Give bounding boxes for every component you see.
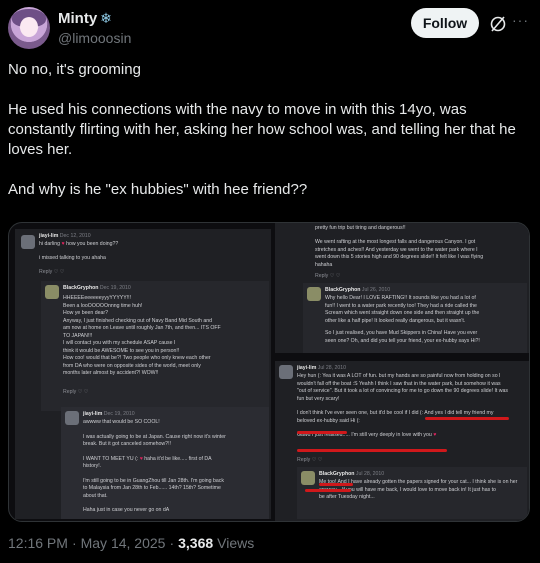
comment-avatar bbox=[45, 285, 59, 299]
tweet-text: No no, it's grooming He used his connect… bbox=[8, 60, 532, 200]
screenshot-right-top-panel: pretty fun trip but tiring and dangerous… bbox=[275, 223, 529, 353]
red-underline bbox=[297, 431, 347, 434]
comment-1: jiayi-lim Dec 12, 2010 bbox=[39, 233, 91, 239]
screenshot-right-bottom-panel: jiayi-lim Jul 28, 2010 Hey hun (: Yea it… bbox=[275, 361, 529, 521]
red-underline bbox=[297, 449, 447, 452]
tweet-date[interactable]: May 14, 2025 bbox=[81, 535, 166, 551]
screenshot-left-panel: jiayi-lim Dec 12, 2010 hi darling ♥ how … bbox=[15, 229, 271, 519]
tweet-paragraph-2: He used his connections with the navy to… bbox=[8, 101, 516, 158]
grok-icon[interactable] bbox=[488, 14, 508, 34]
reply-action: Reply ♡ ♡ bbox=[39, 269, 65, 275]
views-label: Views bbox=[217, 535, 255, 551]
tweet-header: Minty ❄ @limooosin Follow ··· bbox=[0, 0, 540, 54]
comment-avatar bbox=[21, 235, 35, 249]
heart-emoji: ♥ bbox=[61, 241, 65, 247]
comment-3: awwww that would be SO COOL! I was actua… bbox=[83, 419, 226, 513]
comment-avatar bbox=[307, 287, 321, 301]
user-handle[interactable]: @limooosin bbox=[58, 30, 131, 46]
tweet-paragraph-1: No no, it's grooming bbox=[8, 61, 141, 78]
comment-avatar bbox=[65, 411, 79, 425]
name-row[interactable]: Minty ❄ bbox=[58, 10, 112, 27]
tweet-meta: 12:16 PM · May 14, 2025 · 3,368 Views bbox=[8, 535, 255, 551]
comment-2: HHEEEEeeeeeeyyyYYYYY!!! Been a looOOOOOn… bbox=[63, 295, 221, 376]
comment-avatar bbox=[279, 365, 293, 379]
red-underline bbox=[319, 483, 353, 486]
avatar-face bbox=[20, 17, 38, 37]
comment-avatar bbox=[301, 471, 315, 485]
tweet-paragraph-3: And why is he "ex hubbies" with hee frie… bbox=[8, 181, 308, 198]
display-name[interactable]: Minty bbox=[58, 10, 97, 27]
red-underline bbox=[425, 417, 509, 420]
follow-button[interactable]: Follow bbox=[411, 8, 479, 38]
red-underline bbox=[305, 489, 351, 492]
snowflake-emoji: ❄ bbox=[100, 10, 112, 26]
views-count[interactable]: 3,368 bbox=[178, 535, 213, 551]
more-icon[interactable]: ··· bbox=[512, 12, 532, 32]
tweet-media-image[interactable]: jiayi-lim Dec 12, 2010 hi darling ♥ how … bbox=[8, 222, 530, 522]
avatar-icon[interactable] bbox=[8, 7, 50, 49]
tweet-time[interactable]: 12:16 PM bbox=[8, 535, 68, 551]
